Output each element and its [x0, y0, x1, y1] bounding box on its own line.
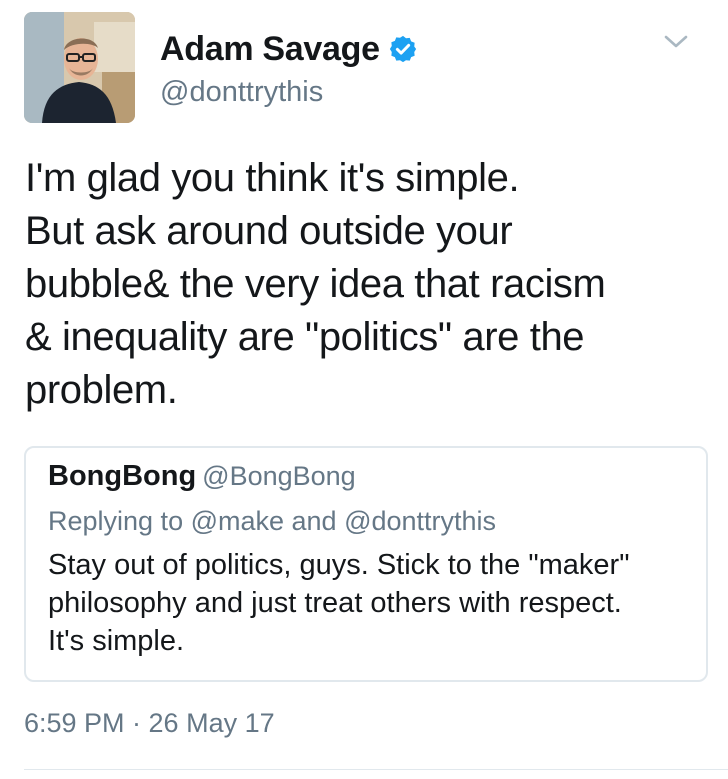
quoted-tweet-text: Stay out of politics, guys. Stick to the… [48, 549, 630, 657]
tweet-timestamp[interactable]: 6:59 PM · 26 May 17 [24, 708, 275, 739]
avatar-photo-icon [24, 12, 135, 123]
verified-badge-icon [389, 35, 416, 63]
author-avatar[interactable] [24, 12, 135, 123]
chevron-down-icon[interactable] [660, 30, 692, 54]
quoted-tweet-header: BongBong @BongBong [48, 460, 356, 493]
quoted-author-name: BongBong [48, 460, 197, 492]
quoted-author-handle: @BongBong [202, 461, 356, 491]
author-name-row: Adam Savage [160, 26, 418, 72]
tweet-text: I'm glad you think it's simple. But ask … [25, 156, 606, 412]
tweet: Adam Savage @donttrythis I'm glad you th… [0, 0, 728, 779]
divider [24, 769, 728, 770]
replying-to-text: Replying to @make and @donttrythis [48, 506, 497, 536]
quoted-tweet-card[interactable]: BongBong @BongBong Replying to @make and … [24, 446, 708, 682]
author-handle[interactable]: @donttrythis [160, 76, 323, 109]
author-display-name[interactable]: Adam Savage [160, 30, 380, 69]
